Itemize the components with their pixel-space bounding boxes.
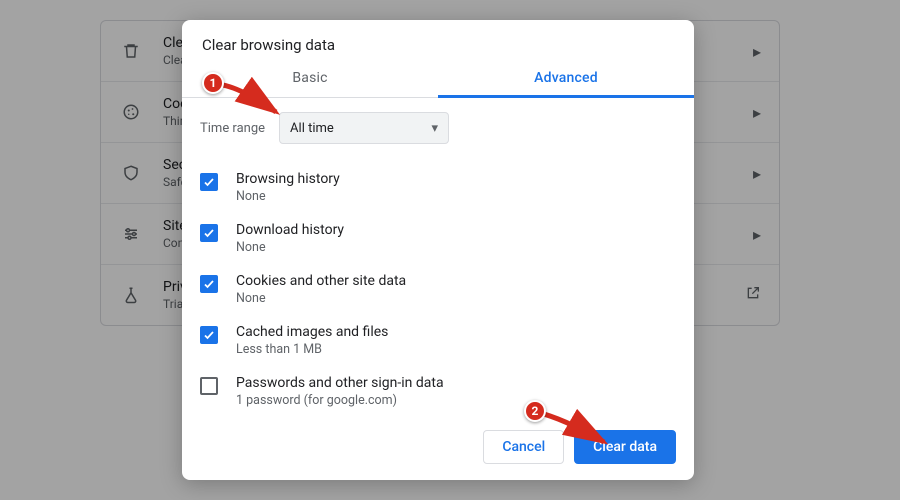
- time-range-row: Time range All time ▾: [200, 112, 686, 144]
- tab-basic[interactable]: Basic: [182, 60, 438, 98]
- option-row: Download history None: [200, 213, 686, 264]
- tab-advanced[interactable]: Advanced: [438, 60, 694, 98]
- option-label: Download history: [236, 222, 344, 238]
- option-sub: Less than 1 MB: [236, 342, 388, 357]
- checkbox[interactable]: [200, 173, 218, 191]
- dialog-footer: Cancel Clear data: [182, 416, 694, 480]
- checkbox[interactable]: [200, 377, 218, 395]
- option-label: Passwords and other sign-in data: [236, 375, 444, 391]
- checkbox[interactable]: [200, 275, 218, 293]
- time-range-value: All time: [290, 121, 334, 136]
- dialog-scroll-area[interactable]: Time range All time ▾ Browsing history No…: [182, 98, 694, 416]
- time-range-label: Time range: [200, 121, 265, 136]
- clear-data-button[interactable]: Clear data: [574, 430, 676, 464]
- option-label: Browsing history: [236, 171, 340, 187]
- checkbox[interactable]: [200, 326, 218, 344]
- option-label: Cached images and files: [236, 324, 388, 340]
- option-row: Cached images and files Less than 1 MB: [200, 315, 686, 366]
- option-sub: None: [236, 189, 340, 204]
- clear-browsing-data-dialog: Clear browsing data Basic Advanced Time …: [182, 20, 694, 480]
- option-sub: None: [236, 240, 344, 255]
- option-row: Cookies and other site data None: [200, 264, 686, 315]
- chevron-down-icon: ▾: [432, 121, 439, 136]
- option-sub: None: [236, 291, 406, 306]
- checkbox[interactable]: [200, 224, 218, 242]
- option-row: Browsing history None: [200, 162, 686, 213]
- cancel-button[interactable]: Cancel: [483, 430, 564, 464]
- option-label: Cookies and other site data: [236, 273, 406, 289]
- dialog-tabs: Basic Advanced: [182, 60, 694, 98]
- time-range-select[interactable]: All time ▾: [279, 112, 449, 144]
- option-sub: 1 password (for google.com): [236, 393, 444, 408]
- dialog-title: Clear browsing data: [182, 20, 694, 60]
- option-row: Passwords and other sign-in data 1 passwo…: [200, 366, 686, 416]
